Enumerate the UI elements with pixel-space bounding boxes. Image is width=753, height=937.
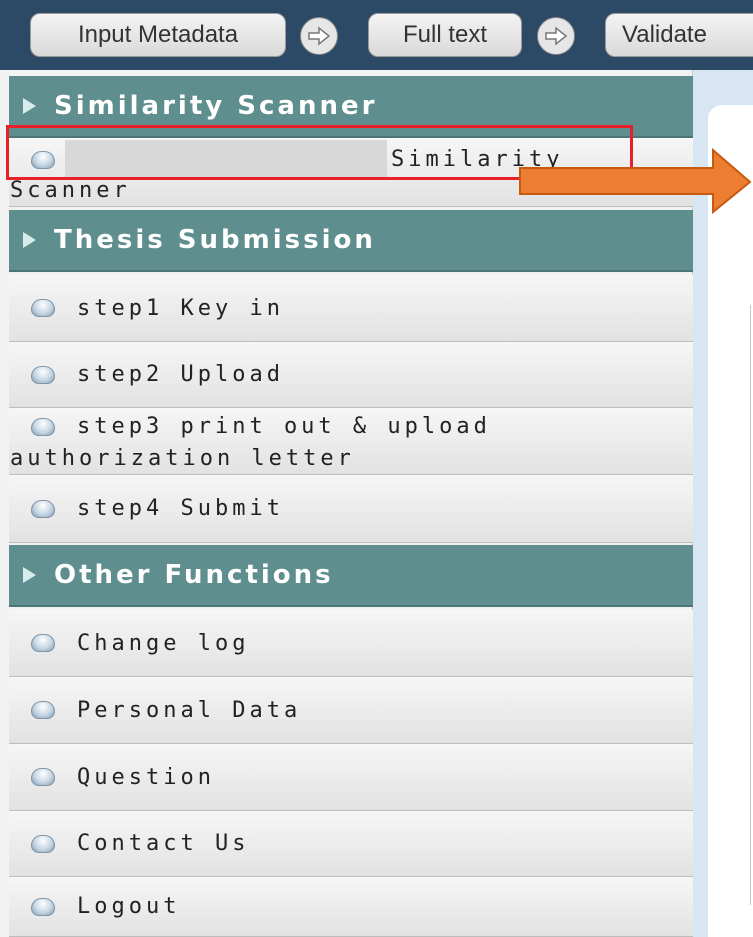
validate-button[interactable]: Validate xyxy=(605,13,753,57)
sidebar-item-label: Question xyxy=(77,764,215,790)
bullet-icon xyxy=(31,701,55,719)
bullet-icon xyxy=(31,768,55,786)
sidebar-item-step2[interactable]: step2 Upload xyxy=(9,342,693,408)
sidebar-item-label: step3 print out & upload xyxy=(77,414,491,439)
sidebar-item-change-log[interactable]: Change log xyxy=(9,610,693,677)
sidebar-item-step1[interactable]: step1 Key in xyxy=(9,275,693,342)
bullet-icon xyxy=(31,365,55,384)
bullet-icon xyxy=(31,418,55,436)
section-header-thesis-submission[interactable]: Thesis Submission xyxy=(9,210,693,272)
bullet-icon xyxy=(31,634,55,652)
callout-arrow-icon xyxy=(519,147,752,215)
sidebar-item-personal-data[interactable]: Personal Data xyxy=(9,677,693,744)
sidebar-item-label: Personal Data xyxy=(77,697,302,723)
sidebar-item-label: Contact Us xyxy=(77,831,250,856)
right-arrow-circle-icon xyxy=(300,17,338,55)
sidebar-item-label: step2 Upload xyxy=(77,362,284,387)
sidebar-item-step3[interactable]: step3 print out & upload authorization l… xyxy=(9,408,693,475)
sidebar-item-label: Logout xyxy=(77,894,181,919)
bullet-icon xyxy=(31,897,55,916)
expand-triangle-icon xyxy=(23,567,36,583)
section-title: Similarity Scanner xyxy=(54,91,378,121)
expand-triangle-icon xyxy=(23,98,36,114)
workflow-steps-bar: Input Metadata Full text Validate xyxy=(0,0,753,70)
sidebar-item-question[interactable]: Question xyxy=(9,744,693,811)
bullet-icon xyxy=(31,834,55,853)
sidebar-item-label: Change log xyxy=(77,630,250,656)
sidebar-item-logout[interactable]: Logout xyxy=(9,877,693,937)
sidebar-item-label-cont: authorization letter xyxy=(10,446,355,471)
bullet-icon xyxy=(31,499,55,518)
sidebar-item-label: step1 Key in xyxy=(77,295,284,321)
expand-triangle-icon xyxy=(23,232,36,248)
full-text-button[interactable]: Full text xyxy=(368,13,522,57)
section-title: Other Functions xyxy=(54,560,334,590)
input-metadata-button[interactable]: Input Metadata xyxy=(30,13,286,57)
bullet-icon xyxy=(31,299,55,317)
sidebar-item-contact-us[interactable]: Contact Us xyxy=(9,811,693,877)
sidebar-item-step4[interactable]: step4 Submit xyxy=(9,475,693,543)
right-arrow-circle-icon xyxy=(537,17,575,55)
section-title: Thesis Submission xyxy=(54,225,376,255)
sidebar-item-label-cont: Scanner xyxy=(10,178,131,203)
section-header-other-functions[interactable]: Other Functions xyxy=(9,545,693,607)
sidebar-item-label: step4 Submit xyxy=(77,496,284,521)
content-panel xyxy=(708,105,753,937)
